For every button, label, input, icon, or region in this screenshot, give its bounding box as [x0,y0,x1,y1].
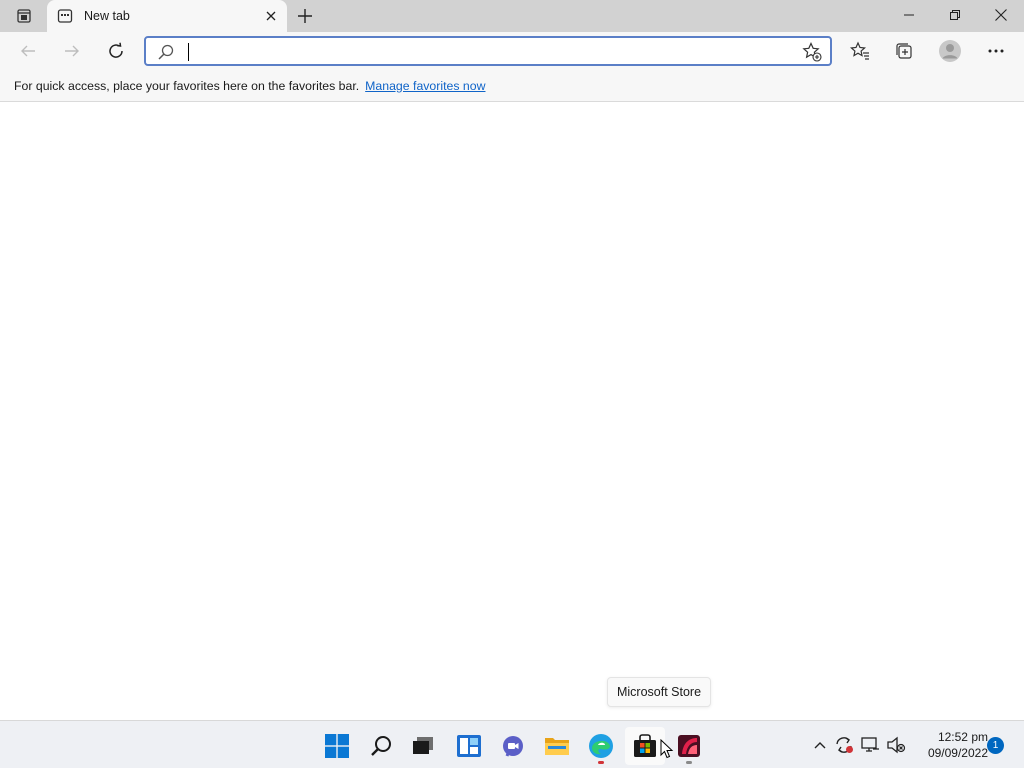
edge-button[interactable] [581,727,621,765]
search-icon [158,44,174,60]
close-icon [266,11,276,21]
favorites-icon [850,41,869,60]
show-hidden-icons-button[interactable] [808,733,832,757]
favorites-bar-message: For quick access, place your favorites h… [14,78,360,93]
settings-and-more-button[interactable] [980,36,1012,66]
star-add-icon [802,42,822,62]
forward-arrow-icon [65,45,79,57]
edge-icon [589,734,613,758]
start-button[interactable] [317,727,357,765]
search-icon [371,736,391,756]
search-button[interactable] [361,727,401,765]
manage-favorites-link[interactable]: Manage favorites now [365,79,485,93]
microsoft-store-button[interactable] [625,727,665,765]
refresh-icon [109,42,123,58]
restore-button[interactable] [932,0,978,30]
taskbar-tooltip: Microsoft Store [607,677,711,707]
restore-icon [950,10,960,20]
back-button[interactable] [12,36,44,66]
tab-strip: New tab [0,0,1024,32]
address-input[interactable] [186,41,766,63]
clock-date: 09/09/2022 [927,746,988,760]
task-view-icon [413,737,433,754]
widgets-icon [457,735,481,757]
chat-button[interactable] [493,727,533,765]
taskbar-clock[interactable]: 12:52 pm 09/09/2022 [912,729,988,761]
widgets-button[interactable] [449,727,489,765]
minimize-button[interactable] [886,0,932,30]
network-tray-button[interactable] [858,733,882,757]
minimize-icon [904,14,914,16]
collections-button[interactable] [888,36,920,66]
notification-badge[interactable]: 1 [987,737,1004,754]
new-tab-icon [57,8,73,24]
volume-tray-button[interactable] [884,733,908,757]
tab-close-button[interactable] [260,5,282,27]
profile-button[interactable] [934,36,966,66]
chat-icon [503,736,523,757]
add-favorite-button[interactable] [802,42,822,62]
collections-icon [896,43,912,59]
clock-time: 12:52 pm [937,730,988,744]
taskbar: 12:52 pm 09/09/2022 1 [0,720,1024,768]
app-icon [678,735,700,757]
store-bag-icon [634,734,656,757]
tab-new-tab[interactable]: New tab [47,0,287,32]
close-window-button[interactable] [978,0,1024,30]
running-indicator [686,761,692,764]
browser-toolbar [0,32,1024,70]
back-arrow-icon [21,45,35,57]
task-view-button[interactable] [403,727,443,765]
running-indicator [598,761,604,764]
more-icon [988,49,1004,53]
sync-icon [836,737,853,753]
file-explorer-button[interactable] [537,727,577,765]
close-icon [995,9,1007,21]
network-icon [861,737,879,752]
favorites-bar: For quick access, place your favorites h… [0,70,1024,102]
windows-logo-icon [325,734,349,758]
favorites-button[interactable] [844,36,876,66]
tab-actions-button[interactable] [8,4,40,28]
folder-icon [545,738,569,755]
pinned-app-button[interactable] [669,727,709,765]
volume-muted-icon [887,736,906,754]
plus-icon [298,9,312,23]
tab-title: New tab [84,9,130,23]
tab-actions-icon [17,9,31,23]
chevron-up-icon [814,742,826,749]
refresh-button[interactable] [100,36,132,66]
sync-tray-button[interactable] [832,733,856,757]
profile-avatar-icon [939,40,961,62]
page-content [0,103,1024,720]
address-bar[interactable] [144,36,832,66]
forward-button[interactable] [56,36,88,66]
mouse-cursor-icon [660,739,674,759]
text-caret [188,43,189,61]
new-tab-button[interactable] [292,4,318,28]
